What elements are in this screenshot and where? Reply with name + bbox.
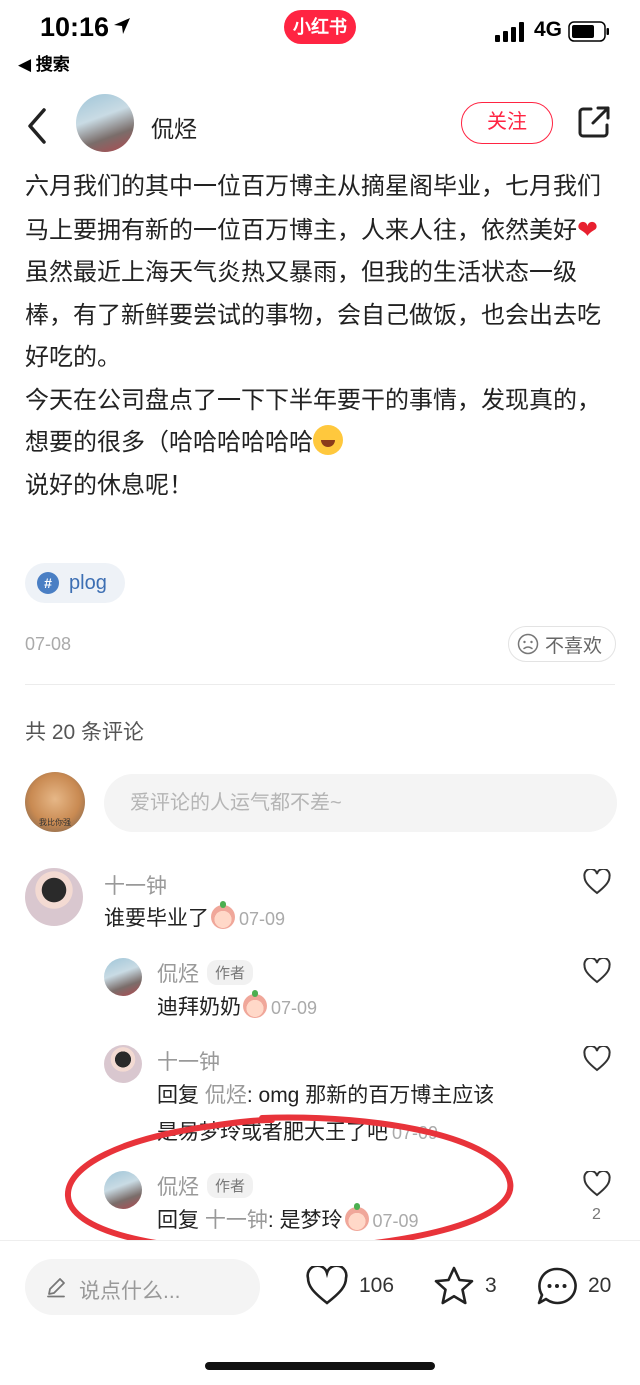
commenter-avatar[interactable] (104, 958, 142, 996)
comment-date: 07-09 (239, 909, 286, 929)
collect-count: 3 (485, 1274, 497, 1297)
post-paragraph: 六月我们的其中一位百万博主从摘星阁毕业，七月我们马上要拥有新的一位百万博主，人来… (25, 173, 601, 244)
like-heart-icon[interactable] (583, 869, 611, 895)
like-heart-icon[interactable] (583, 958, 611, 984)
like-heart-icon[interactable] (583, 1171, 611, 1197)
hashtag-icon: # (37, 572, 59, 594)
signal-icon (495, 22, 524, 42)
pencil-icon (47, 1278, 65, 1298)
post-header: 侃烃 关注 (0, 92, 640, 162)
post-date: 07-08 (25, 634, 72, 654)
like-count: 106 (359, 1274, 395, 1297)
post-paragraph: 说好的休息呢！ (25, 471, 193, 499)
commenter-name[interactable]: 十一钟 (104, 870, 167, 900)
comment-date: 07-09 (271, 998, 318, 1018)
topic-tag-label: plog (69, 571, 107, 594)
reply-to-name[interactable]: 侃烃 (205, 1084, 247, 1107)
comment-input[interactable]: 爱评论的人运气都不差~ (104, 774, 617, 832)
sticker-icon (243, 990, 267, 1018)
commenter-avatar[interactable] (104, 1171, 142, 1209)
like-icon[interactable] (306, 1266, 348, 1306)
author-badge: 作者 (207, 960, 254, 985)
sad-face-icon (517, 633, 539, 655)
comment-text: 回复 十一钟: 是梦玲 07-09 (157, 1203, 419, 1232)
laughing-emoji-icon (313, 425, 343, 455)
post-paragraph: 今天在公司盘点了一下下半年要干的事情，发现真的，想要的很多（哈哈哈哈哈哈 (25, 386, 601, 457)
author-badge: 作者 (207, 1173, 254, 1198)
back-to-search-link[interactable]: ◀ 搜索 (18, 50, 70, 75)
status-bar: 10:16 小红书 4G (0, 0, 640, 50)
home-indicator (205, 1362, 435, 1370)
like-heart-icon[interactable] (583, 1046, 611, 1072)
reply-to-name[interactable]: 十一钟 (205, 1209, 268, 1232)
post-content: 六月我们的其中一位百万博主从摘星阁毕业，七月我们马上要拥有新的一位百万博主，人来… (25, 166, 620, 507)
say-something-placeholder: 说点什么... (79, 1280, 181, 1303)
commenter-name[interactable]: 侃烃 作者 (157, 1171, 254, 1201)
brand-logo: 小红书 (284, 10, 356, 44)
dislike-button[interactable]: 不喜欢 (508, 626, 616, 662)
comment-count: 共 20 条评论 (25, 721, 145, 744)
comment-text: 谁要毕业了 07-09 (104, 901, 286, 930)
commenter-name[interactable]: 十一钟 (157, 1046, 220, 1076)
sticker-icon (344, 1203, 369, 1231)
topic-tag[interactable]: # plog (25, 563, 125, 603)
comment-date: 07-09 (392, 1123, 439, 1143)
bottom-action-bar: 说点什么... 106 3 20 (0, 1240, 640, 1330)
comment-text: 回复 侃烃: omg 那新的百万博主应该 是易梦玲或者肥大王了吧 07-09 (157, 1084, 495, 1144)
commenter-avatar[interactable] (104, 1045, 142, 1083)
back-arrow-icon[interactable] (24, 106, 52, 146)
say-something-input[interactable]: 说点什么... (25, 1259, 260, 1315)
location-arrow-icon (114, 18, 130, 34)
share-icon[interactable] (576, 104, 612, 140)
commenter-name[interactable]: 侃烃 作者 (157, 958, 254, 988)
sticker-icon (211, 901, 235, 929)
post-paragraph: 虽然最近上海天气炎热又暴雨，但我的生活状态一级棒，有了新鲜要尝试的事物，会自己做… (25, 259, 601, 371)
comment-count-bottom: 20 (588, 1274, 612, 1297)
dislike-label: 不喜欢 (545, 635, 603, 657)
comment-date: 07-09 (372, 1211, 419, 1231)
commenter-avatar[interactable] (25, 868, 83, 926)
avatar-caption: 我比你强 (39, 818, 71, 827)
author-name[interactable]: 侃烃 (151, 110, 197, 144)
my-avatar: 我比你强 (25, 772, 85, 832)
divider (25, 684, 615, 685)
star-collect-icon[interactable] (433, 1266, 475, 1306)
heart-emoji-icon: ❤ (577, 215, 598, 244)
author-avatar[interactable] (76, 94, 134, 152)
comment-bubble-icon[interactable] (536, 1266, 578, 1306)
comment-text: 迪拜奶奶 07-09 (157, 990, 318, 1019)
follow-button[interactable]: 关注 (461, 102, 553, 144)
like-count: 2 (592, 1206, 601, 1223)
network-type: 4G (534, 18, 563, 41)
battery-icon (568, 21, 609, 42)
status-time: 10:16 (40, 12, 110, 42)
